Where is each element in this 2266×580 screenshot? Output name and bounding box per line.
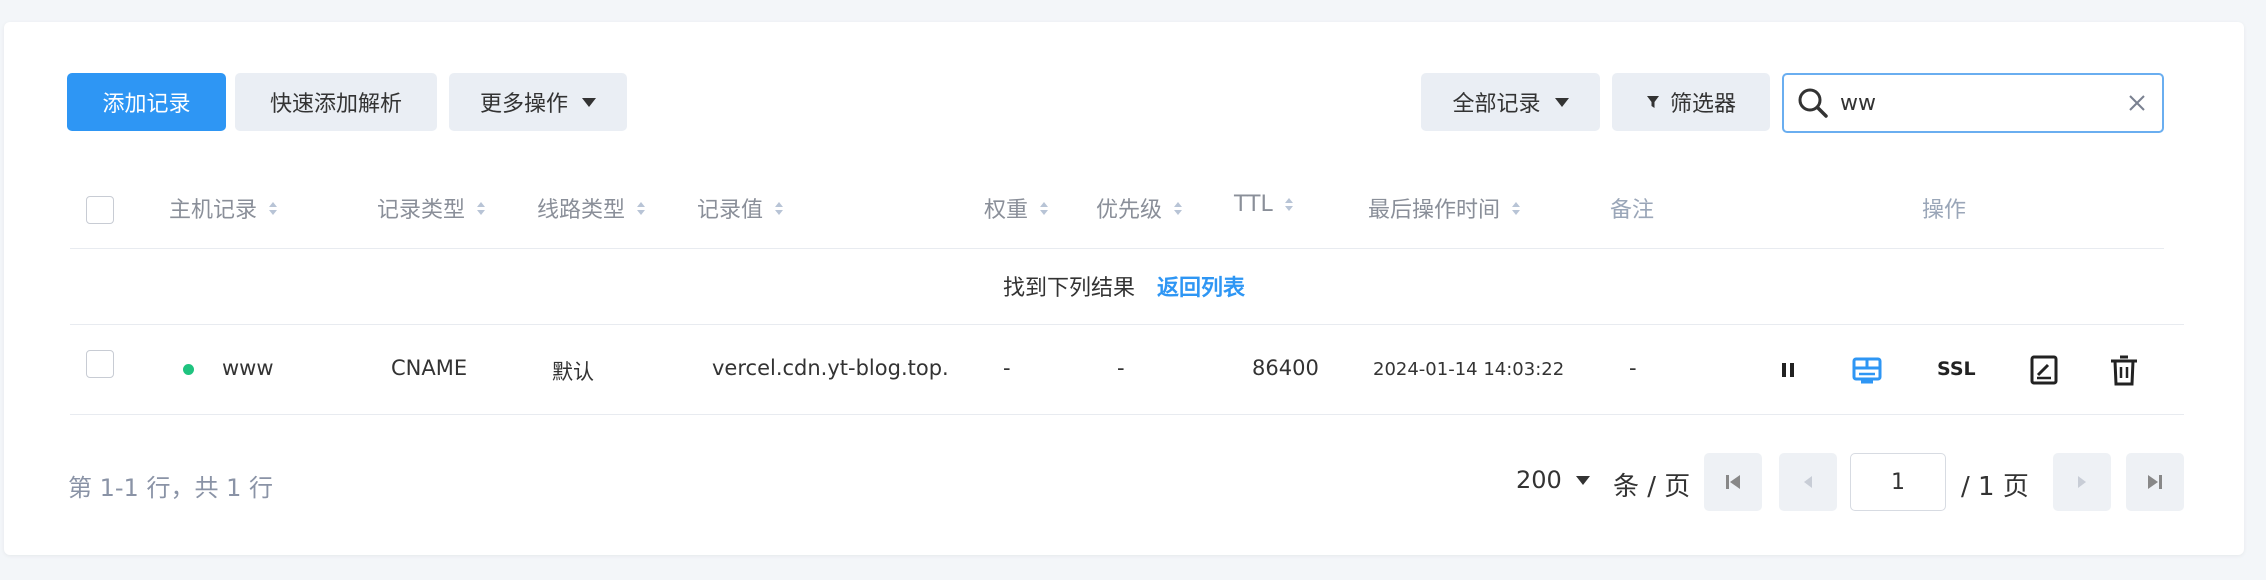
back-to-list-link[interactable]: 返回列表 — [1157, 270, 1245, 302]
select-all-checkbox[interactable] — [86, 196, 114, 224]
sort-icon[interactable] — [637, 201, 646, 215]
divider — [70, 414, 2184, 415]
prev-page-icon — [1804, 476, 1812, 488]
dns-records-card: 添加记录 快速添加解析 更多操作 全部记录 筛选器 主机记录 记录类型 — [4, 22, 2244, 555]
chevron-down-icon — [1554, 97, 1569, 107]
next-page-button[interactable] — [2053, 453, 2111, 511]
divider — [70, 324, 2184, 325]
first-page-icon — [1726, 475, 1740, 489]
filter-label: 筛选器 — [1669, 92, 1736, 117]
weight-cell: - — [1003, 356, 1011, 380]
result-text: 找到下列结果 — [1002, 276, 1135, 301]
column-header-priority[interactable]: 优先级 — [1096, 192, 1183, 224]
column-label: TTL — [1234, 192, 1273, 217]
column-header-ttl[interactable]: TTL — [1234, 192, 1293, 217]
type-cell: CNAME — [391, 356, 468, 380]
column-label: 记录值 — [697, 198, 764, 223]
edit-icon[interactable] — [2027, 353, 2061, 387]
record-count-summary: 第 1-1 行，共 1 行 — [68, 474, 273, 502]
sort-icon[interactable] — [1512, 201, 1521, 215]
quick-add-label: 快速添加解析 — [269, 92, 402, 117]
total-pages-label: / 1 页 — [1961, 472, 2029, 502]
column-header-host[interactable]: 主机记录 — [169, 192, 278, 224]
column-header-actions: 操作 — [1922, 192, 1966, 224]
load-balance-icon[interactable] — [1850, 353, 1884, 387]
search-icon — [1798, 88, 1828, 118]
search-box[interactable] — [1782, 73, 2164, 133]
quick-add-button[interactable]: 快速添加解析 — [235, 73, 437, 131]
column-header-weight[interactable]: 权重 — [984, 192, 1049, 224]
sort-icon[interactable] — [477, 201, 486, 215]
page-size-value: 200 — [1516, 466, 1562, 494]
remark-cell: - — [1629, 356, 1637, 380]
column-label: 优先级 — [1096, 198, 1163, 223]
status-dot — [183, 364, 194, 375]
column-label: 权重 — [984, 198, 1029, 223]
value-cell: vercel.cdn.yt-blog.top. — [712, 356, 949, 380]
column-header-last-modified[interactable]: 最后操作时间 — [1368, 192, 1521, 224]
sort-icon[interactable] — [1040, 201, 1049, 215]
column-header-remark: 备注 — [1610, 192, 1654, 224]
page-number-input[interactable]: 1 — [1850, 453, 1946, 511]
last-page-button[interactable] — [2126, 453, 2184, 511]
column-label: 记录类型 — [377, 198, 466, 223]
column-label: 线路类型 — [537, 198, 626, 223]
first-page-button[interactable] — [1704, 453, 1762, 511]
column-label: 主机记录 — [169, 198, 258, 223]
trash-icon[interactable] — [2107, 353, 2141, 387]
priority-cell: - — [1117, 356, 1125, 380]
sort-icon[interactable] — [1174, 201, 1183, 215]
search-result-bar: 找到下列结果 返回列表 — [4, 248, 2244, 324]
clear-icon[interactable] — [2128, 94, 2146, 112]
all-records-label: 全部记录 — [1452, 92, 1541, 117]
per-page-label: 条 / 页 — [1613, 472, 1691, 502]
host-cell: www — [222, 356, 274, 380]
page-size-select[interactable]: 200 — [1516, 466, 1590, 494]
add-record-button[interactable]: 添加记录 — [67, 73, 226, 131]
pause-icon[interactable] — [1771, 353, 1805, 387]
sort-icon[interactable] — [269, 201, 278, 215]
column-label: 操作 — [1922, 198, 1967, 223]
next-page-icon — [2078, 476, 2086, 488]
column-label: 最后操作时间 — [1368, 198, 1501, 223]
last-page-icon — [2148, 475, 2162, 489]
line-cell: 默认 — [552, 360, 594, 384]
column-header-type[interactable]: 记录类型 — [377, 192, 486, 224]
filter-icon — [1646, 96, 1659, 108]
current-page-value: 1 — [1891, 469, 1905, 495]
search-input[interactable] — [1840, 90, 2110, 116]
column-header-line[interactable]: 线路类型 — [537, 192, 646, 224]
chevron-down-icon — [1575, 475, 1590, 485]
add-record-label: 添加记录 — [102, 92, 191, 117]
column-label: 备注 — [1610, 198, 1655, 223]
all-records-dropdown[interactable]: 全部记录 — [1421, 73, 1600, 131]
more-actions-label: 更多操作 — [479, 92, 568, 117]
filter-button[interactable]: 筛选器 — [1612, 73, 1770, 131]
sort-icon[interactable] — [1284, 198, 1293, 211]
ttl-cell: 86400 — [1252, 356, 1319, 380]
more-actions-button[interactable]: 更多操作 — [449, 73, 627, 131]
last-modified-cell: 2024-01-14 14:03:22 — [1373, 359, 1565, 380]
chevron-down-icon — [582, 97, 596, 107]
row-checkbox[interactable] — [86, 350, 114, 378]
column-header-value[interactable]: 记录值 — [697, 192, 784, 224]
sort-icon[interactable] — [775, 201, 784, 215]
ssl-button[interactable]: SSL — [1937, 358, 1976, 380]
prev-page-button[interactable] — [1779, 453, 1837, 511]
